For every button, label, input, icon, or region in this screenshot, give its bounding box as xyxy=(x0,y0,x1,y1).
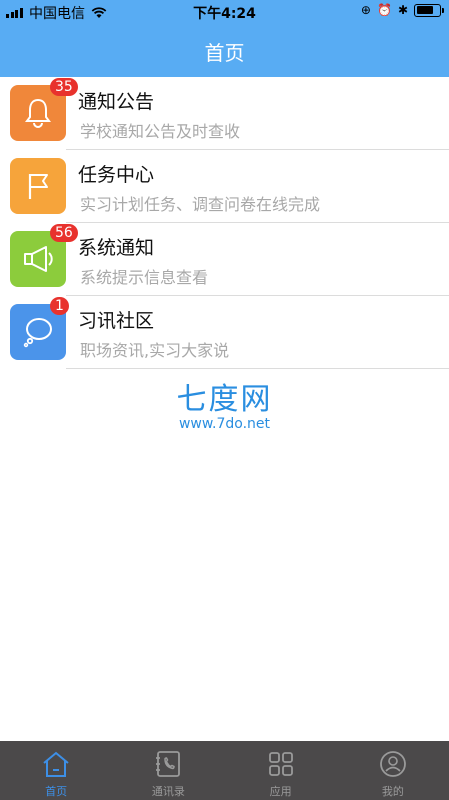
item-title: 习讯社区 xyxy=(78,310,155,332)
home-icon xyxy=(41,749,71,779)
page-title: 首页 xyxy=(204,41,245,65)
tab-contacts[interactable]: 通讯录 xyxy=(112,741,224,800)
tab-label: 通讯录 xyxy=(151,785,185,798)
watermark: 七度网 www.7do.net xyxy=(0,374,449,432)
watermark-url: www.7do.net xyxy=(178,416,271,432)
tab-home[interactable]: 首页 xyxy=(0,741,112,800)
watermark-brand: 七度网 xyxy=(176,382,273,417)
tab-label: 我的 xyxy=(381,785,404,798)
flag-icon xyxy=(10,158,66,214)
list-item-task[interactable]: 任务中心 实习计划任务、调查问卷在线完成 xyxy=(0,150,449,223)
item-title: 任务中心 xyxy=(78,164,155,186)
item-subtitle: 系统提示信息查看 xyxy=(80,268,209,287)
list-item-system[interactable]: 56 系统通知 系统提示信息查看 xyxy=(0,223,449,296)
list-item-notice[interactable]: 35 通知公告 学校通知公告及时查收 xyxy=(0,77,449,150)
item-title: 系统通知 xyxy=(78,237,155,259)
contacts-icon xyxy=(153,749,183,779)
header-bar: 中国电信 下午4:24 ⊕ ⏰ ✱ 首页 xyxy=(0,0,449,77)
tab-label: 应用 xyxy=(269,785,292,798)
list-item-community[interactable]: 1 习讯社区 职场资讯,实习大家说 xyxy=(0,296,449,369)
home-list: 35 通知公告 学校通知公告及时查收 任务中心 实习计划任务、调查问卷在线完成 … xyxy=(0,77,449,369)
tab-bar: 首页 通讯录 应用 我的 xyxy=(0,741,449,800)
battery-icon xyxy=(414,3,444,17)
divider xyxy=(66,368,449,369)
orientation-lock-icon: ⊕ xyxy=(360,3,371,17)
bluetooth-icon: ✱ xyxy=(397,3,408,17)
item-subtitle: 实习计划任务、调查问卷在线完成 xyxy=(80,195,321,214)
tab-label: 首页 xyxy=(45,785,68,798)
item-title: 通知公告 xyxy=(78,91,155,113)
unread-badge: 35 xyxy=(50,78,78,96)
status-bar: 中国电信 下午4:24 ⊕ ⏰ ✱ xyxy=(0,0,449,24)
tab-profile[interactable]: 我的 xyxy=(337,741,449,800)
profile-icon xyxy=(378,749,408,779)
apps-grid-icon xyxy=(266,749,296,779)
tab-apps[interactable]: 应用 xyxy=(225,741,337,800)
unread-badge: 56 xyxy=(50,224,78,242)
item-subtitle: 职场资讯,实习大家说 xyxy=(80,341,230,360)
unread-badge: 1 xyxy=(50,297,69,315)
alarm-icon: ⏰ xyxy=(376,3,392,17)
item-subtitle: 学校通知公告及时查收 xyxy=(80,122,241,141)
